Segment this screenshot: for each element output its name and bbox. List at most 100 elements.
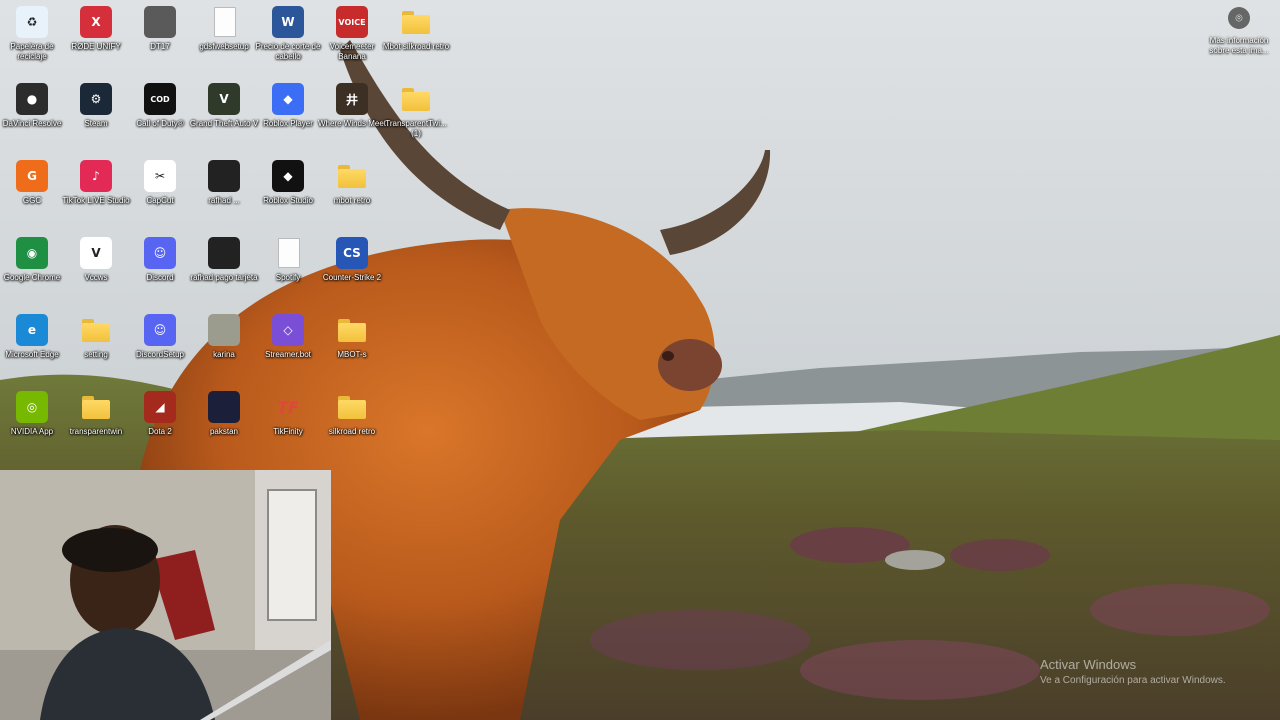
desktop-icon[interactable]: ◉ Google Chrome	[0, 233, 64, 307]
counter-strike-icon: CS	[336, 237, 368, 269]
desktop-icon-label: TikTok LIVE Studio	[62, 196, 130, 205]
wallpaper-info-button[interactable]: ⌾ Más información sobre esta ima...	[1204, 6, 1274, 66]
desktop-icon-label: Where Winds Meet	[317, 119, 387, 128]
gta-v-icon: V	[208, 83, 240, 115]
dota-2-icon: ◢	[144, 391, 176, 423]
folder-icon	[336, 391, 368, 423]
desktop-icon[interactable]: ● DaVinci Resolve	[0, 79, 64, 153]
word-document-icon: W	[272, 6, 304, 38]
discord-icon: ☺	[144, 314, 176, 346]
desktop-icon-label: Spotify	[275, 273, 301, 282]
desktop-icon-label: NVIDIA App	[10, 427, 54, 436]
desktop-icon-grid: ♻ Papelera de reciclaje X RØDE UNIFY DT17 gds…	[0, 0, 450, 450]
desktop-icon[interactable]: mbot retro	[320, 156, 384, 230]
desktop-icon[interactable]: ◇ Streamer.bot	[256, 310, 320, 384]
desktop-icon-label: TransparentTwi... (1)	[385, 119, 447, 138]
capcut-icon: ✂	[144, 160, 176, 192]
desktop-icon[interactable]: ♪ TikTok LIVE Studio	[62, 156, 130, 230]
desktop-icon[interactable]: e Microsoft Edge	[0, 310, 64, 384]
desktop-icon[interactable]: rafhad ...	[192, 156, 256, 230]
desktop-icon[interactable]: setting	[64, 310, 128, 384]
desktop-icon[interactable]: 井 Where Winds Meet	[317, 79, 387, 153]
desktop-icon[interactable]: V Vccws	[64, 233, 128, 307]
discord-icon: ☺	[144, 237, 176, 269]
desktop-icon[interactable]: V Grand Theft Auto V	[189, 79, 259, 153]
folder-icon	[80, 391, 112, 423]
desktop-icon-label: Discord	[146, 273, 174, 282]
desktop-icon-label: Precio de corte de cabello	[255, 42, 321, 61]
desktop-icon-label: setting	[84, 350, 108, 359]
desktop-icon[interactable]: TransparentTwi... (1)	[384, 79, 448, 153]
wallpaper-info-label: Más información sobre esta ima...	[1209, 36, 1269, 55]
where-winds-meet-icon: 井	[336, 83, 368, 115]
desktop-icon[interactable]: ⚙ Steam	[64, 79, 128, 153]
activate-windows-subtitle: Ve a Configuración para activar Windows.	[1040, 675, 1226, 686]
desktop-icon[interactable]: ☺ Discord	[128, 233, 192, 307]
document-icon	[208, 6, 240, 38]
desktop-icon[interactable]: transparentwin	[64, 387, 128, 461]
roblox-studio-icon: ◆	[272, 160, 304, 192]
desktop-icon[interactable]: CS Counter-Strike 2	[320, 233, 384, 307]
steam-icon: ⚙	[80, 83, 112, 115]
desktop-icon[interactable]: G GGC	[0, 156, 64, 230]
desktop-icon[interactable]: Spotify	[256, 233, 320, 307]
desktop-icon-label: Voicemeeter Banana	[329, 42, 375, 61]
desktop-icon[interactable]: karina	[192, 310, 256, 384]
archive-icon	[208, 314, 240, 346]
device-icon	[144, 6, 176, 38]
desktop-icon-label: rafhad pago tarjeta	[190, 273, 258, 282]
streamerbot-icon: ◇	[272, 314, 304, 346]
desktop-icon-label: Vccws	[84, 273, 108, 282]
desktop-icon-label: Google Chrome	[3, 273, 61, 282]
phone-image-icon	[208, 391, 240, 423]
activate-windows-watermark: Activar Windows Ve a Configuración para …	[1040, 657, 1226, 686]
recycle-bin-icon: ♻	[16, 6, 48, 38]
desktop-icon-label: Call of Duty®	[136, 119, 184, 128]
desktop-icon[interactable]: ✂ CapCut	[128, 156, 192, 230]
desktop-icon-label: Papelera de reciclaje	[10, 42, 54, 61]
desktop-icon[interactable]: ◆ Roblox Studio	[256, 156, 320, 230]
desktop-icon[interactable]: ♻ Papelera de reciclaje	[0, 2, 64, 76]
desktop-icon-label: mbot retro	[333, 196, 371, 205]
desktop-icon[interactable]: silkroad retro	[320, 387, 384, 461]
webcam-overlay	[0, 470, 331, 720]
desktop-icon-label: Streamer.bot	[265, 350, 311, 359]
desktop-icon[interactable]: DT17	[128, 2, 192, 76]
camera-icon: ⌾	[1227, 6, 1251, 30]
desktop-icon[interactable]: X RØDE UNIFY	[64, 2, 128, 76]
call-of-duty-icon: COD	[144, 83, 176, 115]
desktop-icon-label: CapCut	[146, 196, 174, 205]
desktop-icon[interactable]: ◎ NVIDIA App	[0, 387, 64, 461]
desktop-icon-label: silkroad retro	[328, 427, 376, 436]
desktop-icon[interactable]: ◆ Roblox Player	[256, 79, 320, 153]
desktop-icon-label: rafhad ...	[208, 196, 240, 205]
desktop-icon-label: gdsfwebsetup	[199, 42, 249, 51]
desktop-icon-label: Dota 2	[148, 427, 172, 436]
desktop-icon-label: Grand Theft Auto V	[189, 119, 259, 128]
roblox-player-icon: ◆	[272, 83, 304, 115]
desktop-icon[interactable]: W Precio de corte de cabello	[256, 2, 320, 76]
desktop-icon[interactable]: MBOT-s	[320, 310, 384, 384]
desktop-icon[interactable]: VOICE Voicemeeter Banana	[320, 2, 384, 76]
nvidia-icon: ◎	[16, 391, 48, 423]
image-icon	[208, 160, 240, 192]
folder-icon	[336, 160, 368, 192]
desktop-icon[interactable]: gdsfwebsetup	[192, 2, 256, 76]
desktop-icon-label: transparentwin	[69, 427, 123, 436]
desktop-icon[interactable]: COD Call of Duty®	[128, 79, 192, 153]
chrome-icon: ◉	[16, 237, 48, 269]
desktop-icon-label: DaVinci Resolve	[2, 119, 62, 128]
desktop-icon[interactable]: Mbot silkroad retro	[383, 2, 449, 76]
desktop-icon-label: MBOT-s	[337, 350, 367, 359]
desktop-icon-label: Roblox Player	[263, 119, 313, 128]
desktop-icon-label: karina	[213, 350, 235, 359]
desktop-icon[interactable]: pakstan	[192, 387, 256, 461]
desktop-icon[interactable]: ☺ DiscordSetup	[128, 310, 192, 384]
folder-icon	[336, 314, 368, 346]
desktop-icon-label: RØDE UNIFY	[71, 42, 121, 51]
desktop-icon[interactable]: ◢ Dota 2	[128, 387, 192, 461]
desktop-icon[interactable]: TF TikFinity	[256, 387, 320, 461]
desktop-icon[interactable]: rafhad pago tarjeta	[190, 233, 258, 307]
desktop-icon-label: GGC	[22, 196, 42, 205]
desktop-icon-label: TikFinity	[273, 427, 303, 436]
